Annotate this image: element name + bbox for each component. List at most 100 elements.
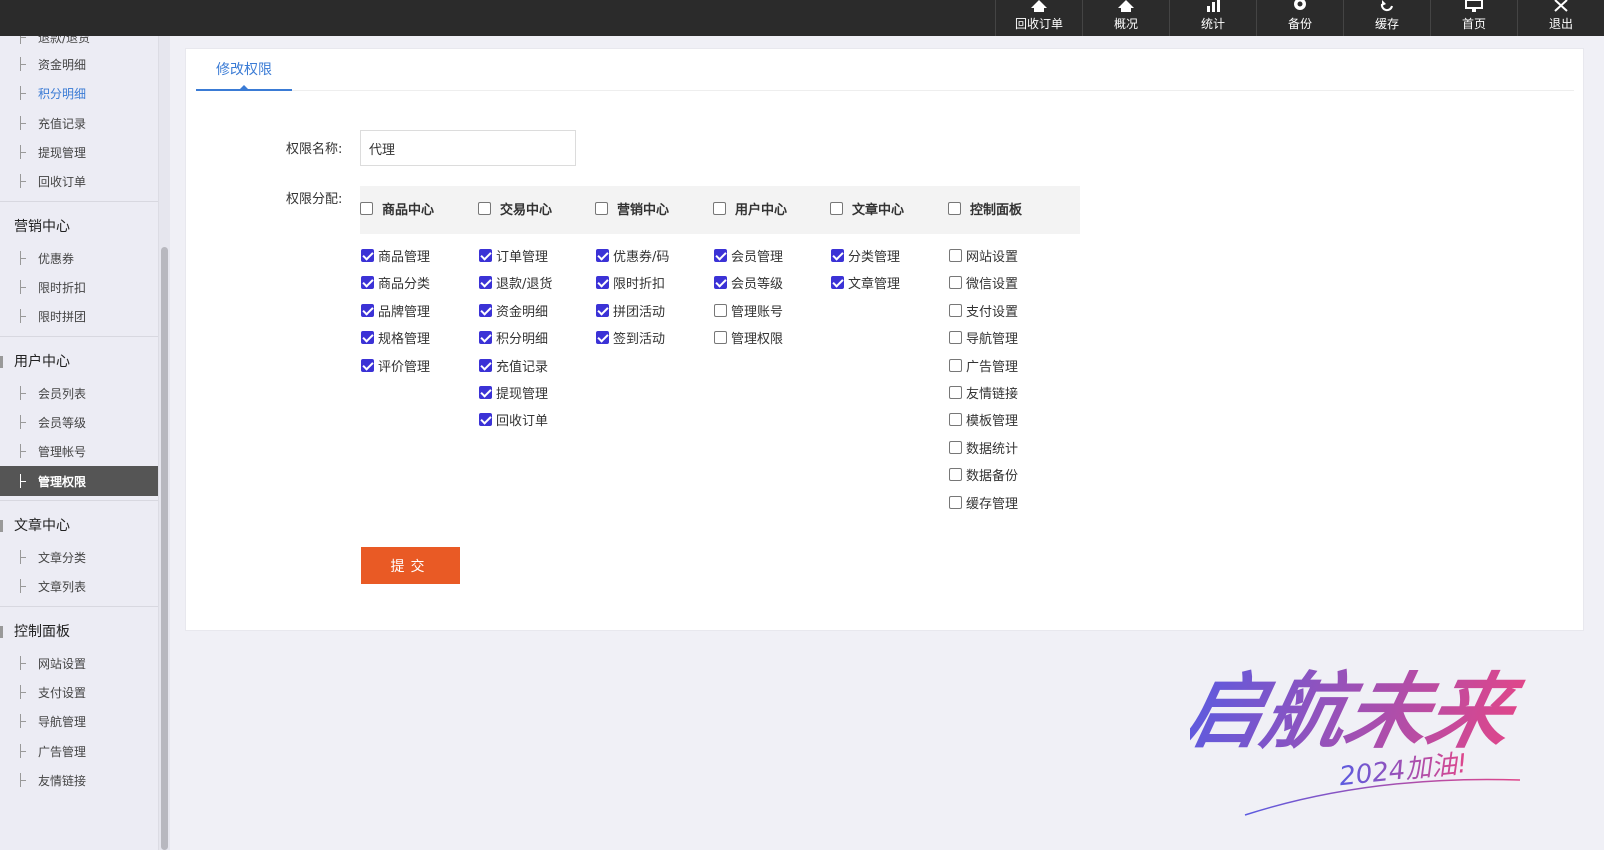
permission-group-1[interactable]: 交易中心 [478, 199, 552, 218]
sidebar-item-navigation[interactable]: 导航管理 [0, 706, 158, 736]
sidebar-group-control[interactable]: 控制面板 [0, 616, 158, 646]
unchecked-checkbox[interactable] [949, 386, 962, 399]
topnav-statistics[interactable]: 统计 [1169, 0, 1256, 36]
permission-item[interactable]: 广告管理 [949, 356, 1018, 375]
unchecked-checkbox[interactable] [949, 468, 962, 482]
permission-item[interactable]: 商品分类 [361, 273, 430, 292]
sidebar-item-funds[interactable]: 资金明细 [0, 49, 158, 79]
sidebar-group-articles[interactable]: 文章中心 [0, 510, 158, 540]
permission-item[interactable]: 商品管理 [361, 246, 430, 265]
checked-checkbox[interactable] [479, 358, 492, 372]
checked-checkbox[interactable] [596, 249, 609, 262]
checked-checkbox[interactable] [479, 303, 492, 317]
permission-group-5[interactable]: 控制面板 [948, 199, 1022, 218]
unchecked-checkbox[interactable] [949, 249, 962, 262]
sidebar-item-permissions[interactable]: 管理权限 [0, 466, 158, 496]
permission-group-3[interactable]: 用户中心 [713, 199, 787, 218]
checked-checkbox[interactable] [596, 276, 609, 290]
permission-item[interactable]: 管理权限 [714, 328, 783, 347]
topnav-backup[interactable]: 备份 [1256, 0, 1343, 36]
tab-edit-permission[interactable]: 修改权限 [196, 49, 292, 91]
sidebar-item-group-buy[interactable]: 限时拼团 [0, 301, 158, 331]
permission-item[interactable]: 管理账号 [714, 301, 783, 320]
checked-checkbox[interactable] [361, 358, 374, 372]
checked-checkbox[interactable] [479, 413, 492, 427]
sidebar-item-links[interactable]: 友情链接 [0, 765, 158, 795]
sidebar-item-article-list[interactable]: 文章列表 [0, 571, 158, 601]
group-checkbox[interactable] [478, 202, 491, 215]
permission-item[interactable]: 数据统计 [949, 438, 1018, 457]
permission-item[interactable]: 评价管理 [361, 356, 430, 375]
checked-checkbox[interactable] [596, 303, 609, 317]
checked-checkbox[interactable] [361, 303, 374, 317]
permission-item[interactable]: 缓存管理 [949, 493, 1018, 512]
sidebar-item-discount[interactable]: 限时折扣 [0, 272, 158, 302]
checked-checkbox[interactable] [361, 249, 374, 262]
permission-item[interactable]: 规格管理 [361, 328, 430, 347]
checked-checkbox[interactable] [714, 249, 727, 262]
sidebar-group-marketing[interactable]: 营销中心 [0, 211, 158, 241]
unchecked-checkbox[interactable] [714, 303, 727, 317]
unchecked-checkbox[interactable] [949, 331, 962, 345]
checked-checkbox[interactable] [831, 249, 844, 262]
sidebar-item-points[interactable]: 积分明细 [0, 78, 158, 108]
permission-item[interactable]: 退款/退货 [479, 273, 552, 292]
group-checkbox[interactable] [713, 202, 726, 215]
permission-item[interactable]: 分类管理 [831, 246, 900, 265]
sidebar-item-admin-accounts[interactable]: 管理帐号 [0, 436, 158, 466]
permission-item[interactable]: 微信设置 [949, 273, 1018, 292]
group-checkbox[interactable] [830, 202, 843, 215]
permission-item[interactable]: 回收订单 [479, 410, 548, 429]
unchecked-checkbox[interactable] [949, 440, 962, 454]
sidebar-scrollbar-thumb[interactable] [161, 247, 168, 850]
sidebar-item-site-settings[interactable]: 网站设置 [0, 648, 158, 678]
sidebar-item-recharge[interactable]: 充值记录 [0, 108, 158, 138]
permission-item[interactable]: 会员等级 [714, 273, 783, 292]
unchecked-checkbox[interactable] [949, 495, 962, 509]
permission-item[interactable]: 支付设置 [949, 301, 1018, 320]
unchecked-checkbox[interactable] [949, 358, 962, 372]
topnav-recycle-orders[interactable]: 回收订单 [995, 0, 1082, 36]
sidebar-item-payment-settings[interactable]: 支付设置 [0, 677, 158, 707]
permission-item[interactable]: 会员管理 [714, 246, 783, 265]
permission-item[interactable]: 提现管理 [479, 383, 548, 402]
permission-group-4[interactable]: 文章中心 [830, 199, 904, 218]
unchecked-checkbox[interactable] [949, 276, 962, 290]
permission-item[interactable]: 限时折扣 [596, 273, 665, 292]
permission-item[interactable]: 文章管理 [831, 273, 900, 292]
sidebar-item-members[interactable]: 会员列表 [0, 378, 158, 408]
permission-item[interactable]: 网站设置 [949, 246, 1018, 265]
permission-item[interactable]: 品牌管理 [361, 301, 430, 320]
permission-item[interactable]: 订单管理 [479, 246, 548, 265]
sidebar-item-recycle[interactable]: 回收订单 [0, 166, 158, 196]
sidebar-item-withdraw[interactable]: 提现管理 [0, 137, 158, 167]
checked-checkbox[interactable] [479, 276, 492, 290]
topnav-home[interactable]: 首页 [1430, 0, 1517, 36]
sidebar-item-article-categories[interactable]: 文章分类 [0, 542, 158, 572]
sidebar-item-coupons[interactable]: 优惠券 [0, 243, 158, 273]
topnav-overview[interactable]: 概况 [1082, 0, 1169, 36]
permission-item[interactable]: 资金明细 [479, 301, 548, 320]
group-checkbox[interactable] [360, 202, 373, 215]
permission-name-input[interactable] [360, 130, 576, 166]
checked-checkbox[interactable] [714, 276, 727, 290]
checked-checkbox[interactable] [596, 331, 609, 345]
permission-item[interactable]: 模板管理 [949, 410, 1018, 429]
topnav-logout[interactable]: 退出 [1517, 0, 1604, 36]
group-checkbox[interactable] [595, 202, 608, 215]
sidebar-group-users[interactable]: 用户中心 [0, 346, 158, 376]
permission-item[interactable]: 充值记录 [479, 356, 548, 375]
permission-item[interactable]: 导航管理 [949, 328, 1018, 347]
permission-item[interactable]: 积分明细 [479, 328, 548, 347]
submit-button[interactable]: 提交 [361, 547, 460, 584]
checked-checkbox[interactable] [479, 331, 492, 345]
permission-group-2[interactable]: 营销中心 [595, 199, 669, 218]
topnav-cache[interactable]: 缓存 [1343, 0, 1430, 36]
unchecked-checkbox[interactable] [949, 303, 962, 317]
group-checkbox[interactable] [948, 202, 961, 215]
permission-item[interactable]: 友情链接 [949, 383, 1018, 402]
sidebar-item-member-levels[interactable]: 会员等级 [0, 407, 158, 437]
permission-item[interactable]: 优惠券/码 [596, 246, 669, 265]
checked-checkbox[interactable] [831, 276, 844, 290]
checked-checkbox[interactable] [361, 331, 374, 345]
